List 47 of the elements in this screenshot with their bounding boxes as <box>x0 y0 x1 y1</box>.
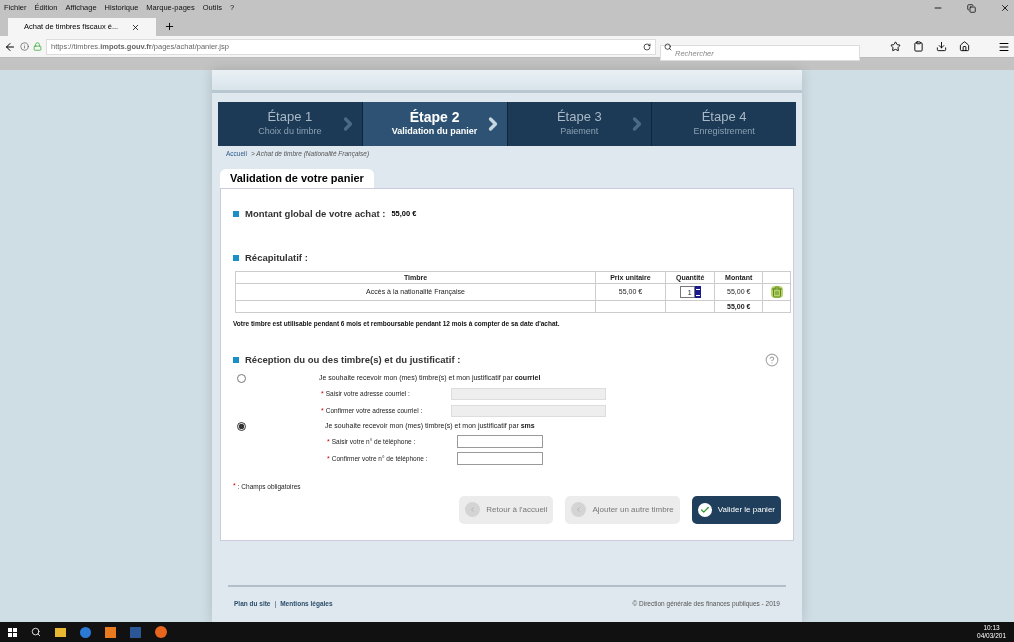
back-icon[interactable] <box>4 40 16 53</box>
section-heading: Réception du ou des timbre(s) et du justificatif : <box>245 353 461 367</box>
start-icon[interactable] <box>8 627 17 637</box>
step-tab[interactable]: Étape 1 Choix du timbre <box>218 102 362 146</box>
action-button[interactable]: Valider le panier <box>691 495 781 524</box>
bookmark-star-icon[interactable] <box>890 41 901 52</box>
section-heading: Montant global de votre achat : <box>245 206 386 221</box>
new-tab-icon[interactable] <box>164 21 175 32</box>
bullet-icon <box>233 255 239 262</box>
step-title: Étape 1 <box>267 109 313 126</box>
input-field[interactable] <box>456 452 543 466</box>
action-button[interactable]: Retour à l'accueil <box>459 495 554 524</box>
trash-icon[interactable] <box>770 286 783 299</box>
stepper-icon[interactable] <box>694 286 701 299</box>
bullet-icon <box>233 357 239 364</box>
home-icon[interactable] <box>959 41 970 52</box>
bullet-icon <box>233 210 239 217</box>
step-subtitle: Enregistrement <box>693 125 755 139</box>
reload-icon[interactable] <box>643 42 651 51</box>
step-title: Étape 2 <box>409 109 460 126</box>
close-icon[interactable] <box>1000 3 1010 13</box>
double-chevron-icon <box>465 502 481 518</box>
step-subtitle: Choix du timbre <box>258 125 322 139</box>
menu-icon[interactable] <box>998 40 1010 53</box>
double-chevron-icon <box>571 502 587 518</box>
step-subtitle: Validation du panier <box>391 125 478 139</box>
step-tab[interactable]: Étape 4 Enregistrement <box>652 102 796 146</box>
action-button[interactable]: Ajouter un autre timbre <box>565 495 680 524</box>
info-icon <box>20 42 29 51</box>
restore-icon[interactable] <box>967 3 976 13</box>
step-title: Étape 3 <box>556 109 602 126</box>
check-icon <box>697 502 712 517</box>
step-title: Étape 4 <box>701 109 747 126</box>
close-icon[interactable] <box>131 22 140 32</box>
lock-icon <box>33 42 42 51</box>
radio-button[interactable] <box>237 373 246 383</box>
step-tab[interactable]: Étape 2 Validation du panier <box>362 102 507 146</box>
radio-button[interactable] <box>237 421 246 431</box>
clipboard-icon[interactable] <box>913 41 924 52</box>
input-field[interactable] <box>456 435 543 449</box>
section-heading: Récapitulatif : <box>245 251 308 265</box>
card-title: Validation de votre panier <box>230 171 364 186</box>
download-icon[interactable] <box>936 41 947 52</box>
folder-icon[interactable] <box>55 627 66 637</box>
step-subtitle: Paiement <box>560 125 599 139</box>
search-icon[interactable] <box>31 627 41 637</box>
step-tab[interactable]: Étape 3 Paiement <box>507 102 652 146</box>
